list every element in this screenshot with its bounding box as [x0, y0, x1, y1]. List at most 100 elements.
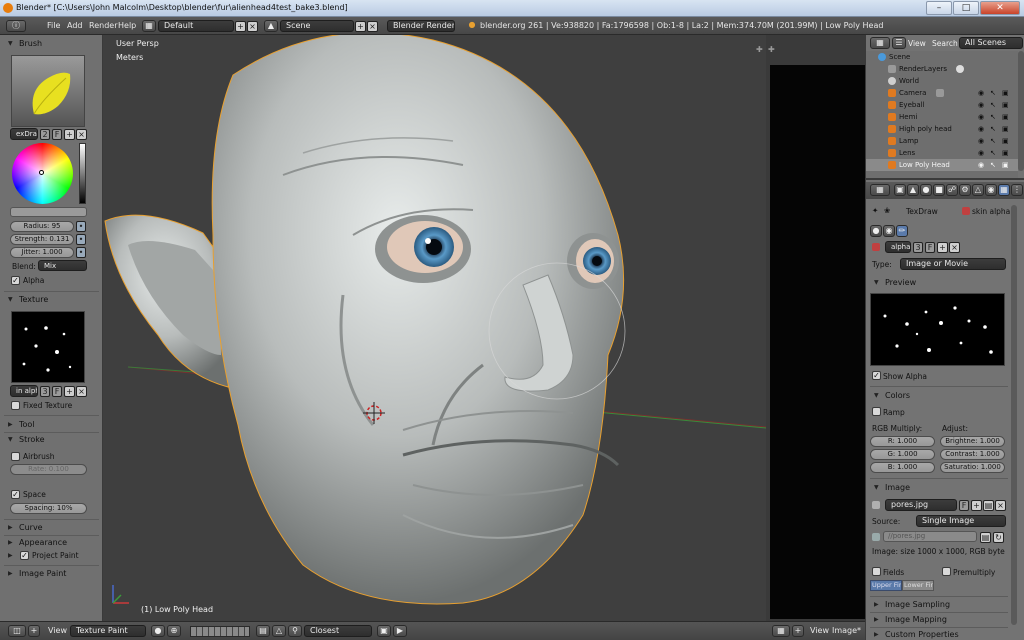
image-source-dropdown[interactable]: Single Image [916, 515, 1006, 527]
outliner-item-low-poly-head[interactable]: Low Poly Head ◉ ↖ ▣ [866, 159, 1018, 171]
outliner-item-camera[interactable]: Camera ◉ ↖ ▣ [866, 87, 1018, 99]
outliner-editor-icon[interactable]: ▦ [870, 37, 890, 49]
render-camera-icon[interactable]: ▣ [1002, 135, 1009, 147]
remove-texture-button[interactable]: × [76, 386, 87, 397]
curve-panel-header[interactable]: Curve [0, 521, 102, 534]
opengl-anim-icon[interactable]: ▶ [393, 625, 407, 637]
image-menu[interactable]: Image* [832, 626, 861, 635]
outliner-view-menu[interactable]: View [908, 39, 926, 48]
outliner-item-hemi[interactable]: Hemi ◉ ↖ ▣ [866, 111, 1018, 123]
texture-users-count[interactable]: 3 [40, 386, 50, 397]
strength-field[interactable]: Strength: 0.131 [10, 234, 74, 245]
fields-checkbox[interactable] [872, 567, 881, 576]
select-arrow-icon[interactable]: ↖ [990, 99, 996, 111]
constraints-context-icon[interactable]: ☍ [946, 184, 958, 196]
outliner-search-menu[interactable]: Search [932, 39, 958, 48]
radius-field[interactable]: Radius: 95 [10, 221, 74, 232]
texture-fake-user-button[interactable]: F [52, 386, 62, 397]
texture-type-dropdown[interactable]: Image or Movie [900, 258, 1006, 270]
jitter-pressure-toggle[interactable]: • [76, 247, 86, 258]
red-multiply-field[interactable]: R: 1.000 [870, 436, 935, 447]
render-engine-dropdown[interactable]: Blender Render [387, 20, 455, 32]
image-view-menu[interactable]: View [810, 626, 829, 635]
lower-first-button[interactable]: Lower First [902, 580, 934, 591]
new-image-button[interactable]: + [971, 500, 982, 511]
brush-preview[interactable] [11, 55, 85, 127]
header-collapse-icon[interactable]: + [28, 625, 40, 637]
remove-brush-button[interactable]: × [76, 129, 87, 140]
blue-multiply-field[interactable]: B: 1.000 [870, 462, 935, 473]
texture-users-count[interactable]: 3 [913, 242, 923, 253]
scene-dropdown[interactable]: Scene [280, 20, 354, 32]
add-brush-button[interactable]: + [64, 129, 75, 140]
project-paint-checkbox[interactable]: ✓ [20, 551, 29, 560]
render-context-icon[interactable]: ▣ [894, 184, 906, 196]
uv-image-editor[interactable]: ✚ [766, 35, 865, 621]
ramp-checkbox[interactable] [872, 407, 881, 416]
menu-render[interactable]: Render [89, 21, 117, 30]
select-arrow-icon[interactable]: ↖ [990, 123, 996, 135]
screen-layout-icon[interactable]: ▦ [142, 20, 156, 32]
texture-context-icon[interactable]: ▦ [998, 184, 1010, 196]
render-camera-icon[interactable]: ▣ [1002, 111, 1009, 123]
outliner-item-renderlayers[interactable]: RenderLayers [866, 63, 1018, 75]
visibility-eye-icon[interactable]: ◉ [978, 159, 984, 171]
tool-panel-header[interactable]: Tool [0, 418, 102, 431]
visibility-eye-icon[interactable]: ◉ [978, 147, 984, 159]
airbrush-checkbox[interactable] [11, 452, 20, 461]
colors-panel-header[interactable]: Colors [866, 389, 1024, 402]
maximize-button[interactable]: □ [953, 1, 979, 15]
add-texture-button[interactable]: + [937, 242, 948, 253]
upper-first-button[interactable]: Upper First [870, 580, 902, 591]
interaction-mode-dropdown[interactable]: Texture Paint [70, 625, 146, 637]
stroke-panel-header[interactable]: Stroke [0, 433, 102, 446]
outliner-item-lamp[interactable]: Lamp ◉ ↖ ▣ [866, 135, 1018, 147]
minimize-button[interactable]: – [926, 1, 952, 15]
fixed-texture-checkbox[interactable] [11, 401, 20, 410]
properties-scrollbar[interactable] [1011, 205, 1017, 625]
texture-datablock-field[interactable]: alpha [885, 241, 911, 253]
saturation-field[interactable]: Saturatio: 1.000 [940, 462, 1005, 473]
object-context-icon[interactable]: ■ [933, 184, 945, 196]
brush-name-field[interactable]: exDraw [10, 128, 38, 140]
visibility-eye-icon[interactable]: ◉ [978, 99, 984, 111]
info-editor-icon[interactable]: ⓘ [6, 20, 26, 32]
modifiers-context-icon[interactable]: ⚙ [959, 184, 971, 196]
properties-editor-icon[interactable]: ▦ [870, 184, 890, 196]
unlink-image-button[interactable]: × [995, 500, 1006, 511]
color-wheel[interactable] [12, 143, 73, 204]
data-context-icon[interactable]: △ [972, 184, 984, 196]
appearance-panel-header[interactable]: Appearance [0, 536, 102, 549]
space-checkbox[interactable]: ✓ [11, 490, 20, 499]
alpha-checkbox[interactable]: ✓ [11, 276, 20, 285]
texture-fake-user-button[interactable]: F [925, 242, 935, 253]
editor-split-handle[interactable]: ✚ [768, 45, 775, 54]
add-scene-button[interactable]: + [355, 21, 366, 32]
outliner-filter-dropdown[interactable]: All Scenes [959, 37, 1023, 49]
opengl-render-icon[interactable]: ▣ [377, 625, 391, 637]
outliner-item-world[interactable]: World [866, 75, 1018, 87]
breadcrumb-brush[interactable]: TexDraw [906, 207, 938, 216]
strength-pressure-toggle[interactable]: • [76, 234, 86, 245]
material-context-icon[interactable]: ◉ [985, 184, 997, 196]
remove-scene-button[interactable]: × [367, 21, 378, 32]
world-texture-icon[interactable]: ● [870, 225, 882, 237]
radius-pressure-toggle[interactable]: • [76, 221, 86, 232]
render-camera-icon[interactable]: ▣ [1002, 159, 1009, 171]
brush-fake-user-button[interactable]: F [52, 129, 62, 140]
pin-icon[interactable]: ✦ [872, 206, 878, 215]
render-camera-icon[interactable]: ▣ [1002, 87, 1009, 99]
snap-element-dropdown[interactable]: Closest [304, 625, 372, 637]
outliner-item-high-poly-head[interactable]: High poly head ◉ ↖ ▣ [866, 123, 1018, 135]
image-filepath-field[interactable]: //pores.jpg [883, 531, 977, 542]
layer-buttons[interactable] [190, 626, 250, 637]
view-menu[interactable]: View [48, 626, 67, 635]
rate-field[interactable]: Rate: 0.100 [10, 464, 87, 475]
image-fake-user-button[interactable]: F [959, 500, 969, 511]
custom-properties-panel-header[interactable]: Custom Properties [866, 628, 1024, 640]
menu-add[interactable]: Add [67, 21, 83, 30]
blend-mode-dropdown[interactable]: Mix [38, 260, 87, 271]
remove-screen-button[interactable]: × [247, 21, 258, 32]
world-context-icon[interactable]: ● [920, 184, 932, 196]
snap-icon[interactable]: ⚲ [288, 625, 302, 637]
